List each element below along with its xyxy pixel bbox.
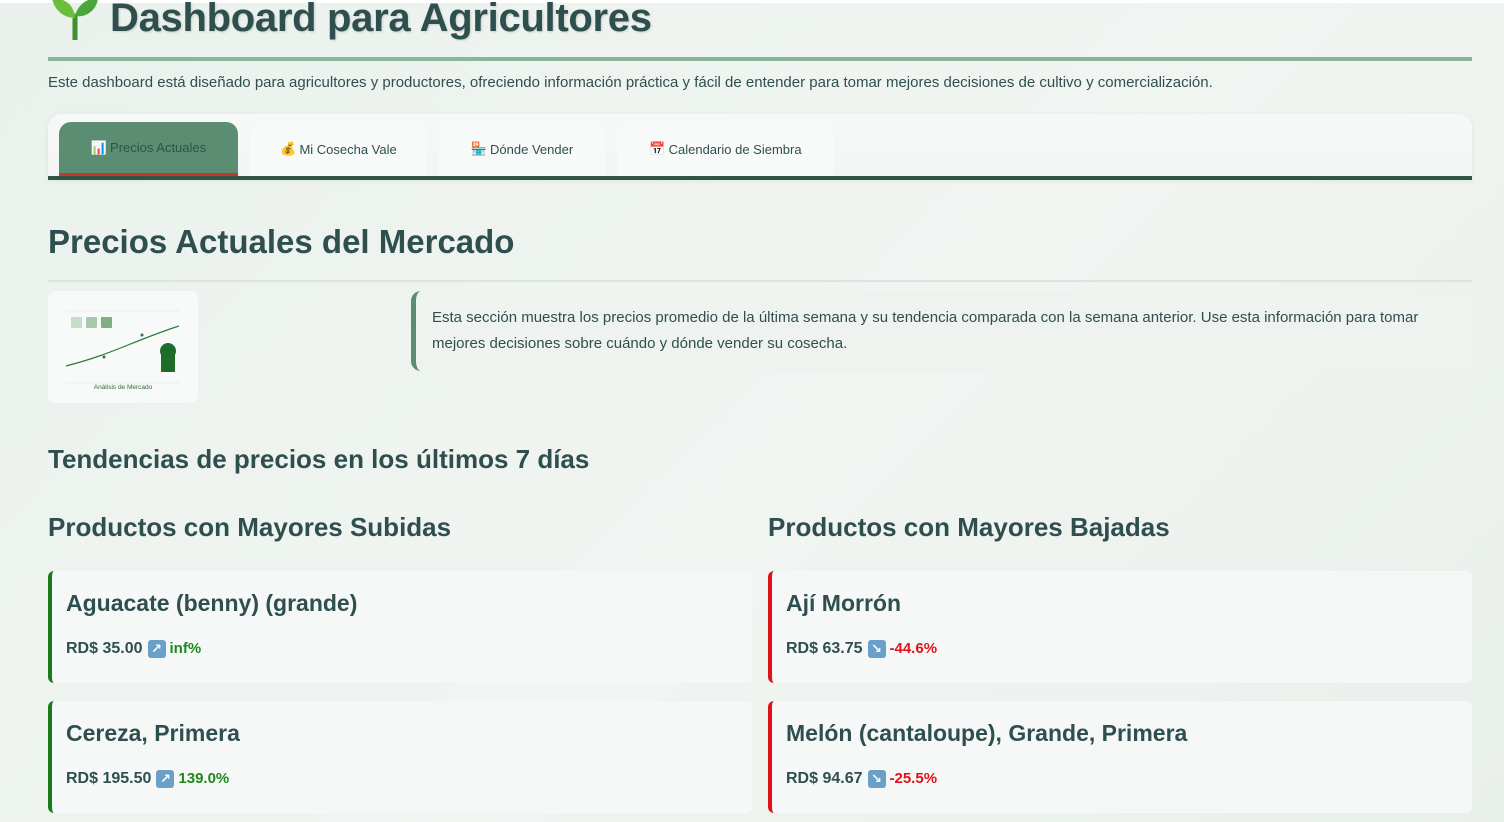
product-card: Ají Morrón RD$ 63.75 ↘ -44.6% <box>768 571 1472 683</box>
product-price-row: RD$ 195.50 ↗ 139.0% <box>66 769 738 789</box>
rises-column: Productos con Mayores Subidas Aguacate (… <box>48 511 752 813</box>
product-name: Cereza, Primera <box>66 720 240 746</box>
sprout-icon <box>48 0 102 40</box>
info-callout: Esta sección muestra los precios promedi… <box>411 291 1472 371</box>
trend-columns: Productos con Mayores Subidas Aguacate (… <box>48 511 1472 822</box>
product-card: Aguacate (benny) (grande) RD$ 35.00 ↗ in… <box>48 571 752 683</box>
title-row: Dashboard para Agricultores <box>48 0 1472 40</box>
product-name: Ají Morrón <box>786 590 901 616</box>
product-price-row: RD$ 63.75 ↘ -44.6% <box>786 639 1458 659</box>
info-row: Análisis de Mercado Esta sección muestra… <box>48 291 1472 403</box>
rises-title: Productos con Mayores Subidas <box>48 512 452 542</box>
trend-down-icon: ↘ <box>867 770 886 788</box>
tab-label: Dónde Vender <box>490 141 574 157</box>
tab-mi-cosecha-vale[interactable]: 💰 Mi Cosecha Vale <box>250 122 427 176</box>
trend-down-icon: ↘ <box>867 640 886 658</box>
product-price-row: RD$ 94.67 ↘ -25.5% <box>786 769 1458 789</box>
product-price: RD$ 35.00 <box>66 640 143 657</box>
product-name: Melón (cantaloupe), Grande, Primera <box>786 720 1188 746</box>
tab-donde-vender[interactable]: 🏪 Dónde Vender <box>439 122 605 176</box>
trend-up-icon: ↗ <box>156 770 175 788</box>
trends-title: Tendencias de precios en los últimos 7 d… <box>48 444 590 474</box>
intro-text: Este dashboard está diseñado para agricu… <box>48 74 1213 91</box>
product-price: RD$ 63.75 <box>786 640 863 657</box>
page-title: Dashboard para Agricultores <box>110 0 652 40</box>
store-icon: 🏪 <box>470 141 488 156</box>
product-card: Cereza, Primera RD$ 195.50 ↗ 139.0% <box>48 701 752 813</box>
bar-chart-icon: 📊 <box>90 139 108 155</box>
drops-column: Productos con Mayores Bajadas Ají Morrón… <box>768 511 1472 813</box>
tab-label: Mi Cosecha Vale <box>299 141 397 157</box>
product-price: RD$ 94.67 <box>786 770 863 787</box>
tab-calendario-de-siembra[interactable]: 📅 Calendario de Siembra <box>617 122 834 176</box>
product-price: RD$ 195.50 <box>66 770 152 787</box>
price-change: 139.0% <box>178 770 230 787</box>
tab-precios-actuales[interactable]: 📊 Precios Actuales <box>59 122 238 176</box>
trend-up-icon: ↗ <box>147 640 166 658</box>
product-name: Aguacate (benny) (grande) <box>66 590 358 616</box>
thumbnail-caption: Análisis de Mercado <box>93 384 153 391</box>
tab-label: Precios Actuales <box>110 140 207 155</box>
section-title: Precios Actuales del Mercado <box>48 223 515 260</box>
title-divider <box>48 57 1472 61</box>
price-change: inf% <box>169 640 202 657</box>
money-bag-icon: 💰 <box>280 141 297 156</box>
page: Dashboard para Agricultores Este dashboa… <box>48 0 1472 822</box>
price-change: -25.5% <box>889 770 938 787</box>
tab-bar: 📊 Precios Actuales 💰 Mi Cosecha Vale 🏪 D… <box>48 114 1472 180</box>
tab-label: Calendario de Siembra <box>668 141 802 157</box>
tab-bar-underline <box>48 176 1472 180</box>
calendar-icon: 📅 <box>649 141 666 156</box>
product-price-row: RD$ 35.00 ↗ inf% <box>66 639 738 659</box>
section-divider <box>48 280 1472 282</box>
product-card: Melón (cantaloupe), Grande, Primera RD$ … <box>768 701 1472 813</box>
drops-title: Productos con Mayores Bajadas <box>768 512 1170 542</box>
price-change: -44.6% <box>889 640 938 657</box>
market-analysis-image: Análisis de Mercado <box>48 291 198 403</box>
